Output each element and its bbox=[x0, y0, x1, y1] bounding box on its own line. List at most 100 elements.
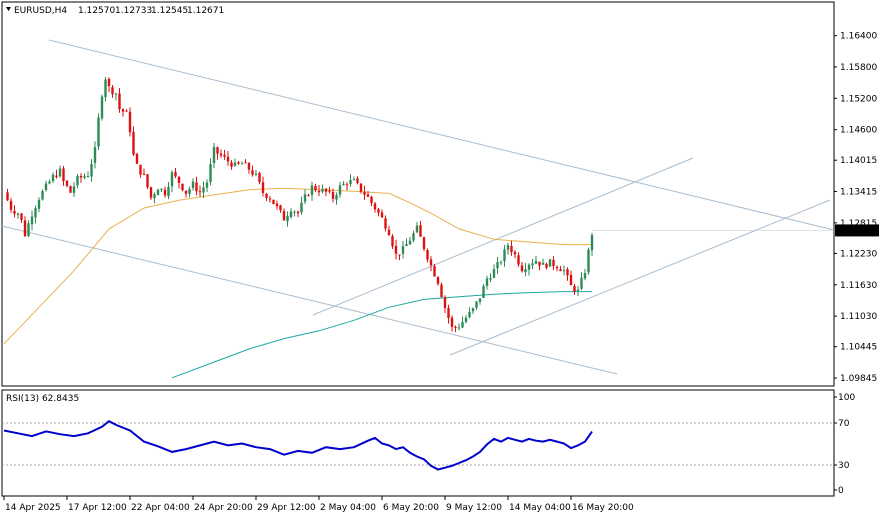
candle-body bbox=[111, 87, 114, 95]
candle-body bbox=[475, 301, 478, 308]
candle-body bbox=[55, 175, 58, 178]
close-value: 1.12671 bbox=[187, 6, 224, 16]
candle-body bbox=[202, 187, 205, 193]
candle-body bbox=[79, 175, 83, 178]
high-value: 1.12733 bbox=[115, 6, 152, 16]
candle-body bbox=[300, 202, 303, 213]
dropdown-arrow-icon[interactable] bbox=[6, 7, 11, 11]
candle-body bbox=[83, 176, 86, 178]
candle-body bbox=[226, 156, 230, 162]
candle-body bbox=[279, 205, 282, 211]
time-tick-label: 14 Apr 2025 bbox=[5, 503, 61, 513]
candle-body bbox=[433, 266, 436, 277]
candle-body bbox=[167, 186, 170, 197]
candle-body bbox=[398, 254, 401, 256]
candle-body bbox=[531, 263, 534, 266]
candle-body bbox=[352, 179, 356, 181]
candle-body bbox=[282, 210, 286, 221]
candle-body bbox=[548, 259, 552, 267]
candle-body bbox=[583, 273, 587, 279]
candle-body bbox=[307, 195, 310, 197]
candle-body bbox=[422, 237, 426, 250]
lower-channel-line[interactable] bbox=[1, 225, 618, 375]
candle-body bbox=[247, 163, 251, 170]
rsi-header-label: RSI(13) 62.8435 bbox=[6, 394, 79, 404]
candle-body bbox=[429, 259, 433, 266]
candle-body bbox=[23, 220, 27, 237]
rsi-axis: 100 70 30 0 bbox=[834, 393, 855, 496]
rising-channel-lower[interactable] bbox=[449, 199, 831, 356]
price-tick-label: 1.12230 bbox=[840, 249, 877, 259]
candle-body bbox=[156, 189, 160, 196]
candle-body bbox=[184, 190, 188, 194]
price-tick-label: 1.09845 bbox=[840, 374, 877, 384]
candle-body bbox=[412, 233, 415, 241]
rsi-tick-100: 100 bbox=[838, 393, 855, 403]
rising-channel-upper[interactable] bbox=[312, 157, 694, 316]
candle-body bbox=[359, 183, 363, 192]
candle-body bbox=[163, 189, 167, 196]
candle-body bbox=[317, 190, 321, 193]
upper-channel-line[interactable] bbox=[48, 39, 835, 231]
candle-body bbox=[58, 168, 62, 177]
current-price-tag: 1.12671 bbox=[835, 224, 879, 237]
candle-body bbox=[314, 185, 317, 191]
candle-body bbox=[118, 93, 121, 110]
candle-body bbox=[146, 174, 149, 188]
candle-body bbox=[415, 225, 419, 233]
candle-body bbox=[408, 240, 412, 245]
candle-body bbox=[244, 162, 247, 164]
candle-body bbox=[324, 188, 328, 192]
candle-body bbox=[34, 208, 37, 218]
candle-body bbox=[541, 262, 545, 265]
candle-body bbox=[44, 183, 48, 191]
price-tick-label: 1.15800 bbox=[840, 63, 877, 73]
candle-body bbox=[342, 183, 345, 186]
candle-body bbox=[9, 200, 13, 210]
candle-body bbox=[478, 298, 482, 302]
candle-body bbox=[107, 78, 111, 87]
price-tick-label: 1.15200 bbox=[840, 94, 877, 104]
candle-body bbox=[384, 218, 387, 229]
candle-body bbox=[153, 194, 156, 199]
candle-body bbox=[251, 170, 254, 175]
candle-body bbox=[527, 264, 531, 270]
time-tick-label: 17 Apr 12:00 bbox=[68, 503, 127, 513]
candle-body bbox=[72, 186, 76, 193]
candle-body bbox=[30, 216, 34, 225]
candle-body bbox=[65, 180, 69, 186]
candle-body bbox=[391, 236, 394, 247]
candle-body bbox=[275, 203, 279, 207]
rsi-tick-0: 0 bbox=[838, 486, 844, 496]
candle-body bbox=[555, 266, 559, 269]
candle-body bbox=[461, 321, 464, 328]
candle-body bbox=[170, 172, 174, 187]
candle-body bbox=[254, 173, 258, 175]
candle-body bbox=[310, 185, 314, 195]
candle-body bbox=[377, 209, 380, 213]
open-value: 1.12570 bbox=[78, 6, 115, 16]
candle-body bbox=[188, 188, 191, 194]
candle-body bbox=[121, 109, 125, 112]
price-panel-frame bbox=[1, 1, 835, 387]
price-tick-label: 1.14600 bbox=[840, 126, 877, 136]
candle-body bbox=[181, 183, 184, 191]
candle-body bbox=[86, 175, 90, 177]
symbol-label: EURUSD,H4 bbox=[14, 6, 67, 16]
price-axis: 1.16400 1.15800 1.15200 1.14600 1.14015 1.134… bbox=[834, 32, 877, 384]
price-tick-label: 1.14015 bbox=[840, 156, 877, 166]
candle-body bbox=[387, 229, 391, 236]
candle-body bbox=[69, 186, 72, 193]
candle-body bbox=[573, 285, 576, 292]
ma-slow-line bbox=[171, 291, 592, 379]
candle-body bbox=[265, 193, 268, 198]
candle-body bbox=[195, 182, 198, 192]
candle-body bbox=[394, 245, 398, 254]
candle-body bbox=[16, 213, 20, 215]
candle-body bbox=[13, 210, 16, 214]
candle-body bbox=[485, 278, 489, 287]
candle-body bbox=[426, 250, 429, 260]
candle-body bbox=[90, 163, 93, 177]
candle-body bbox=[216, 147, 219, 154]
rsi-panel-frame bbox=[1, 389, 835, 497]
